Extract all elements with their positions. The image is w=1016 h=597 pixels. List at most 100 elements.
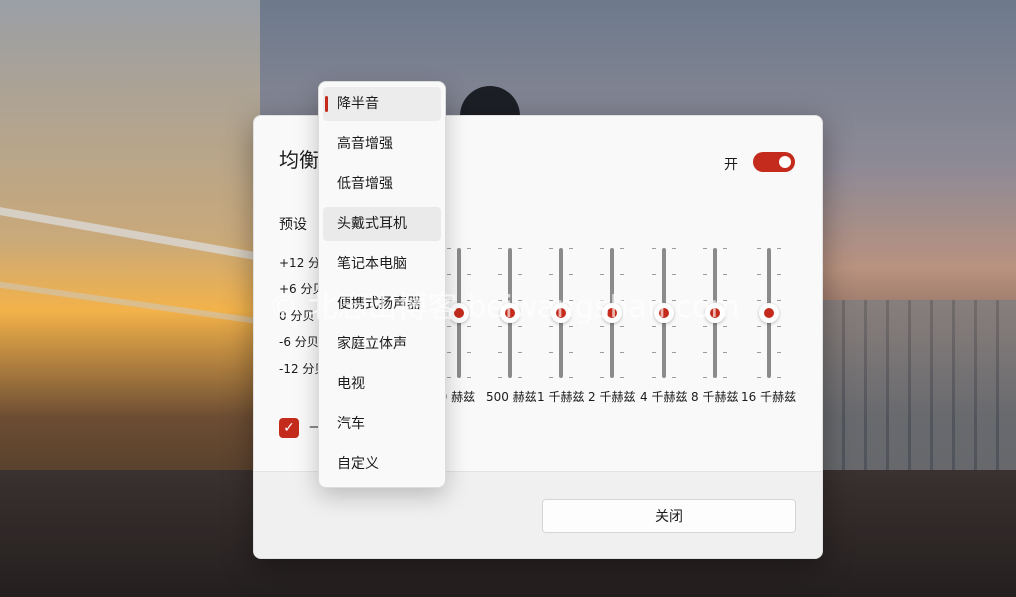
eq-slider-16khz[interactable] [757, 248, 781, 378]
slider-tick [600, 248, 604, 249]
slider-tick [600, 352, 604, 353]
slider-tick [549, 274, 553, 275]
slider-tick [620, 352, 624, 353]
menu-item-laptop[interactable]: 笔记本电脑 [323, 247, 441, 281]
slider-tick [600, 377, 604, 378]
slider-tick [652, 300, 656, 301]
slider-tick [723, 248, 727, 249]
slider-tick [672, 300, 676, 301]
freq-label-1khz: 1 千赫兹 [537, 390, 585, 404]
menu-item-label: 自定义 [337, 456, 379, 472]
slider-tick [569, 377, 573, 378]
slider-thumb[interactable] [602, 303, 622, 323]
slider-tick [723, 352, 727, 353]
slider-tick [467, 326, 471, 327]
eq-slider-4khz[interactable] [652, 248, 676, 378]
slider-tick [672, 377, 676, 378]
slider-tick [723, 326, 727, 327]
close-button[interactable]: 关闭 [542, 499, 796, 533]
slider-tick [518, 352, 522, 353]
freq-label-500hz: 500 赫兹 [486, 390, 537, 404]
menu-item-tv[interactable]: 电视 [323, 367, 441, 401]
menu-item-car[interactable]: 汽车 [323, 407, 441, 441]
slider-tick [518, 300, 522, 301]
slider-tick [569, 248, 573, 249]
slider-tick [777, 300, 781, 301]
menu-item-downtune[interactable]: 降半音 [323, 87, 441, 121]
slider-tick [447, 300, 451, 301]
eq-slider-2khz[interactable] [600, 248, 624, 378]
dialog-title: 均衡 [279, 148, 319, 172]
menu-item-label: 家庭立体声 [337, 336, 407, 352]
slider-tick [757, 326, 761, 327]
preset-dropdown-menu: 降半音 高音增强 低音增强 头戴式耳机 笔记本电脑 便携式扬声器 家庭立体声 电… [318, 81, 446, 488]
enhance-checkbox[interactable]: ✓ [279, 418, 299, 438]
equalizer-toggle[interactable] [753, 152, 795, 172]
slider-tick [549, 352, 553, 353]
slider-tick [498, 326, 502, 327]
slider-tick [498, 377, 502, 378]
slider-tick [569, 300, 573, 301]
slider-tick [498, 274, 502, 275]
slider-thumb[interactable] [759, 303, 779, 323]
eq-slider-60hz[interactable] [447, 248, 471, 378]
slider-tick [703, 274, 707, 275]
slider-tick [620, 274, 624, 275]
slider-tick [620, 377, 624, 378]
eq-slider-1khz[interactable] [549, 248, 573, 378]
slider-tick [703, 248, 707, 249]
slider-tick [569, 352, 573, 353]
menu-item-portable-speaker[interactable]: 便携式扬声器 [323, 287, 441, 321]
preset-label: 预设 [279, 217, 307, 233]
toggle-label: 开 [724, 157, 738, 173]
slider-thumb[interactable] [654, 303, 674, 323]
slider-tick [777, 274, 781, 275]
slider-tick [620, 300, 624, 301]
slider-tick [672, 274, 676, 275]
slider-tick [777, 352, 781, 353]
slider-tick [600, 326, 604, 327]
slider-tick [703, 300, 707, 301]
db-label-0: 0 分贝 [279, 309, 315, 323]
slider-tick [498, 248, 502, 249]
slider-tick [549, 326, 553, 327]
slider-tick [652, 326, 656, 327]
slider-tick [467, 300, 471, 301]
menu-item-headphones[interactable]: 头戴式耳机 [323, 207, 441, 241]
slider-tick [757, 352, 761, 353]
freq-label-8khz: 8 千赫兹 [691, 390, 739, 404]
slider-tick [652, 248, 656, 249]
slider-tick [447, 377, 451, 378]
freq-label-16khz: 16 千赫兹 [741, 390, 797, 404]
slider-tick [652, 352, 656, 353]
menu-item-treble-boost[interactable]: 高音增强 [323, 127, 441, 161]
slider-tick [672, 352, 676, 353]
slider-tick [652, 377, 656, 378]
slider-tick [672, 248, 676, 249]
slider-tick [447, 326, 451, 327]
slider-tick [672, 326, 676, 327]
menu-item-custom[interactable]: 自定义 [323, 447, 441, 481]
slider-tick [447, 274, 451, 275]
slider-tick [777, 326, 781, 327]
slider-tick [620, 326, 624, 327]
menu-item-label: 电视 [337, 376, 365, 392]
menu-item-label: 笔记本电脑 [337, 256, 407, 272]
slider-thumb[interactable] [551, 303, 571, 323]
slider-tick [569, 326, 573, 327]
slider-tick [777, 248, 781, 249]
slider-tick [549, 248, 553, 249]
slider-tick [549, 300, 553, 301]
toggle-knob [779, 156, 791, 168]
freq-label-4khz: 4 千赫兹 [640, 390, 688, 404]
menu-item-home-stereo[interactable]: 家庭立体声 [323, 327, 441, 361]
eq-slider-500hz[interactable] [498, 248, 522, 378]
slider-thumb[interactable] [705, 303, 725, 323]
menu-item-bass-boost[interactable]: 低音增强 [323, 167, 441, 201]
slider-tick [703, 326, 707, 327]
menu-item-label: 降半音 [337, 96, 379, 112]
slider-thumb[interactable] [500, 303, 520, 323]
slider-tick [467, 377, 471, 378]
eq-slider-8khz[interactable] [703, 248, 727, 378]
slider-thumb[interactable] [449, 303, 469, 323]
